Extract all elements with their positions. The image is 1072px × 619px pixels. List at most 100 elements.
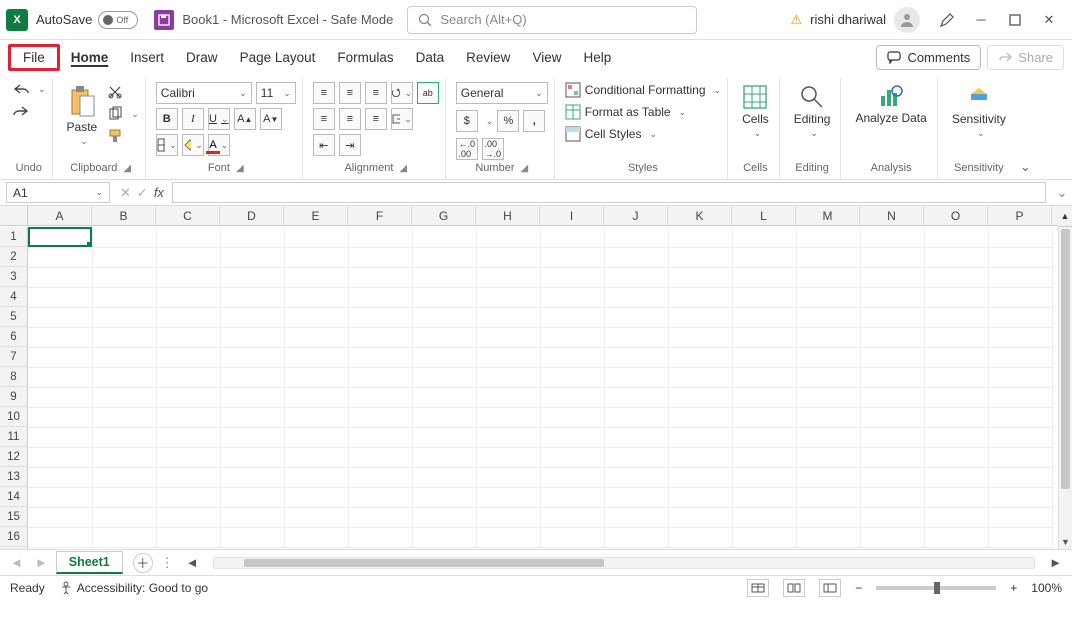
save-button[interactable]	[154, 10, 174, 30]
col-header[interactable]: B	[92, 206, 156, 225]
col-header[interactable]: O	[924, 206, 988, 225]
row-header[interactable]: 10	[0, 407, 27, 427]
number-launcher[interactable]: ◢	[520, 163, 528, 174]
grow-font-button[interactable]: A▲	[234, 108, 256, 130]
font-color-button[interactable]: A⌄	[208, 134, 230, 156]
tab-help[interactable]: Help	[572, 45, 622, 70]
search-box[interactable]: Search (Alt+Q)	[407, 6, 697, 34]
decrease-decimal-button[interactable]: .00→.0	[482, 138, 504, 160]
row-header[interactable]: 11	[0, 427, 27, 447]
fill-color-button[interactable]: ⌄	[182, 134, 204, 156]
wrap-text-button[interactable]: ab	[417, 82, 439, 104]
increase-indent-button[interactable]: ⇥	[339, 134, 361, 156]
format-as-table-button[interactable]: Format as Table⌄	[565, 104, 686, 120]
horizontal-scrollbar[interactable]	[213, 557, 1036, 569]
sheet-nav-prev[interactable]: ◄	[6, 555, 27, 570]
row-header[interactable]: 2	[0, 247, 27, 267]
expand-formula-bar-button[interactable]: ⌄	[1052, 180, 1072, 205]
decrease-indent-button[interactable]: ⇤	[313, 134, 335, 156]
row-header[interactable]: 12	[0, 447, 27, 467]
name-box[interactable]: A1⌄	[6, 182, 110, 203]
underline-button[interactable]: U⌄	[208, 108, 230, 130]
row-header[interactable]: 14	[0, 487, 27, 507]
maximize-button[interactable]	[998, 0, 1032, 40]
zoom-out-button[interactable]: −	[855, 581, 862, 595]
paste-button[interactable]: Paste ⌄	[63, 82, 102, 149]
fx-icon[interactable]: fx	[154, 185, 164, 200]
analyze-data-button[interactable]: Analyze Data	[851, 82, 930, 127]
editing-button[interactable]: Editing⌄	[790, 82, 835, 141]
row-header[interactable]: 13	[0, 467, 27, 487]
redo-button[interactable]	[12, 104, 30, 118]
font-size-select[interactable]: 11⌄	[256, 82, 296, 104]
align-bottom-button[interactable]: ≡	[365, 82, 387, 104]
align-right-button[interactable]: ≡	[365, 108, 387, 130]
italic-button[interactable]: I	[182, 108, 204, 130]
close-button[interactable]: ✕	[1032, 0, 1066, 40]
col-header[interactable]: A	[28, 206, 92, 225]
align-middle-button[interactable]: ≡	[339, 82, 361, 104]
user-area[interactable]: ⚠ rishi dhariwal	[790, 7, 920, 33]
col-header[interactable]: E	[284, 206, 348, 225]
undo-button[interactable]: ⌄	[12, 82, 46, 96]
number-format-select[interactable]: General⌄	[456, 82, 548, 104]
col-header[interactable]: M	[796, 206, 860, 225]
row-header[interactable]: 1	[0, 227, 27, 247]
align-left-button[interactable]: ≡	[313, 108, 335, 130]
col-header[interactable]: J	[604, 206, 668, 225]
align-top-button[interactable]: ≡	[313, 82, 335, 104]
cut-button[interactable]	[107, 84, 139, 100]
tab-formulas[interactable]: Formulas	[326, 45, 404, 70]
col-header[interactable]: N	[860, 206, 924, 225]
view-page-layout-button[interactable]	[783, 579, 805, 597]
hscroll-thumb[interactable]	[244, 559, 604, 567]
format-painter-button[interactable]	[107, 128, 139, 144]
hscroll-right[interactable]: ►	[1045, 555, 1066, 570]
accessibility-status[interactable]: Accessibility: Good to go	[59, 581, 208, 595]
formula-input[interactable]	[172, 182, 1046, 203]
tab-page-layout[interactable]: Page Layout	[229, 45, 327, 70]
tab-view[interactable]: View	[521, 45, 572, 70]
sheet-nav-next[interactable]: ►	[31, 555, 52, 570]
orientation-button[interactable]: ⭯⌄	[391, 82, 413, 104]
zoom-slider[interactable]	[876, 586, 996, 590]
cancel-formula-icon[interactable]: ✕	[120, 185, 131, 201]
vertical-scrollbar[interactable]: ▼	[1058, 227, 1072, 549]
zoom-value[interactable]: 100%	[1031, 581, 1062, 595]
row-header[interactable]: 8	[0, 367, 27, 387]
conditional-formatting-button[interactable]: Conditional Formatting⌄	[565, 82, 721, 98]
sensitivity-button[interactable]: Sensitivity⌄	[948, 82, 1010, 141]
bold-button[interactable]: B	[156, 108, 178, 130]
share-button[interactable]: Share	[987, 45, 1064, 70]
add-sheet-button[interactable]: ＋	[133, 553, 153, 573]
tab-review[interactable]: Review	[455, 45, 521, 70]
tab-file[interactable]: File	[8, 44, 60, 71]
minimize-button[interactable]: ─	[964, 0, 998, 40]
zoom-in-button[interactable]: +	[1010, 581, 1017, 595]
shrink-font-button[interactable]: A▼	[260, 108, 282, 130]
percent-button[interactable]: %	[497, 110, 519, 132]
select-all-button[interactable]	[0, 206, 28, 226]
toggle-switch[interactable]: Off	[98, 11, 138, 29]
tab-insert[interactable]: Insert	[119, 45, 175, 70]
col-header[interactable]: L	[732, 206, 796, 225]
row-header[interactable]: 7	[0, 347, 27, 367]
pen-icon[interactable]	[930, 0, 964, 40]
currency-button[interactable]: $	[456, 110, 478, 132]
col-header[interactable]: C	[156, 206, 220, 225]
col-header[interactable]: D	[220, 206, 284, 225]
row-header[interactable]: 16	[0, 527, 27, 547]
tab-data[interactable]: Data	[405, 45, 456, 70]
col-header[interactable]: I	[540, 206, 604, 225]
view-normal-button[interactable]	[747, 579, 769, 597]
enter-formula-icon[interactable]: ✓	[137, 185, 148, 201]
hscroll-left[interactable]: ◄	[182, 555, 203, 570]
align-center-button[interactable]: ≡	[339, 108, 361, 130]
collapse-ribbon-button[interactable]: ⌄	[1020, 159, 1038, 179]
col-header[interactable]: F	[348, 206, 412, 225]
row-header[interactable]: 4	[0, 287, 27, 307]
autosave-toggle[interactable]: AutoSave Off	[36, 11, 138, 29]
cells-button[interactable]: Cells⌄	[738, 82, 773, 141]
row-header[interactable]: 3	[0, 267, 27, 287]
cell-grid[interactable]	[28, 227, 1058, 549]
